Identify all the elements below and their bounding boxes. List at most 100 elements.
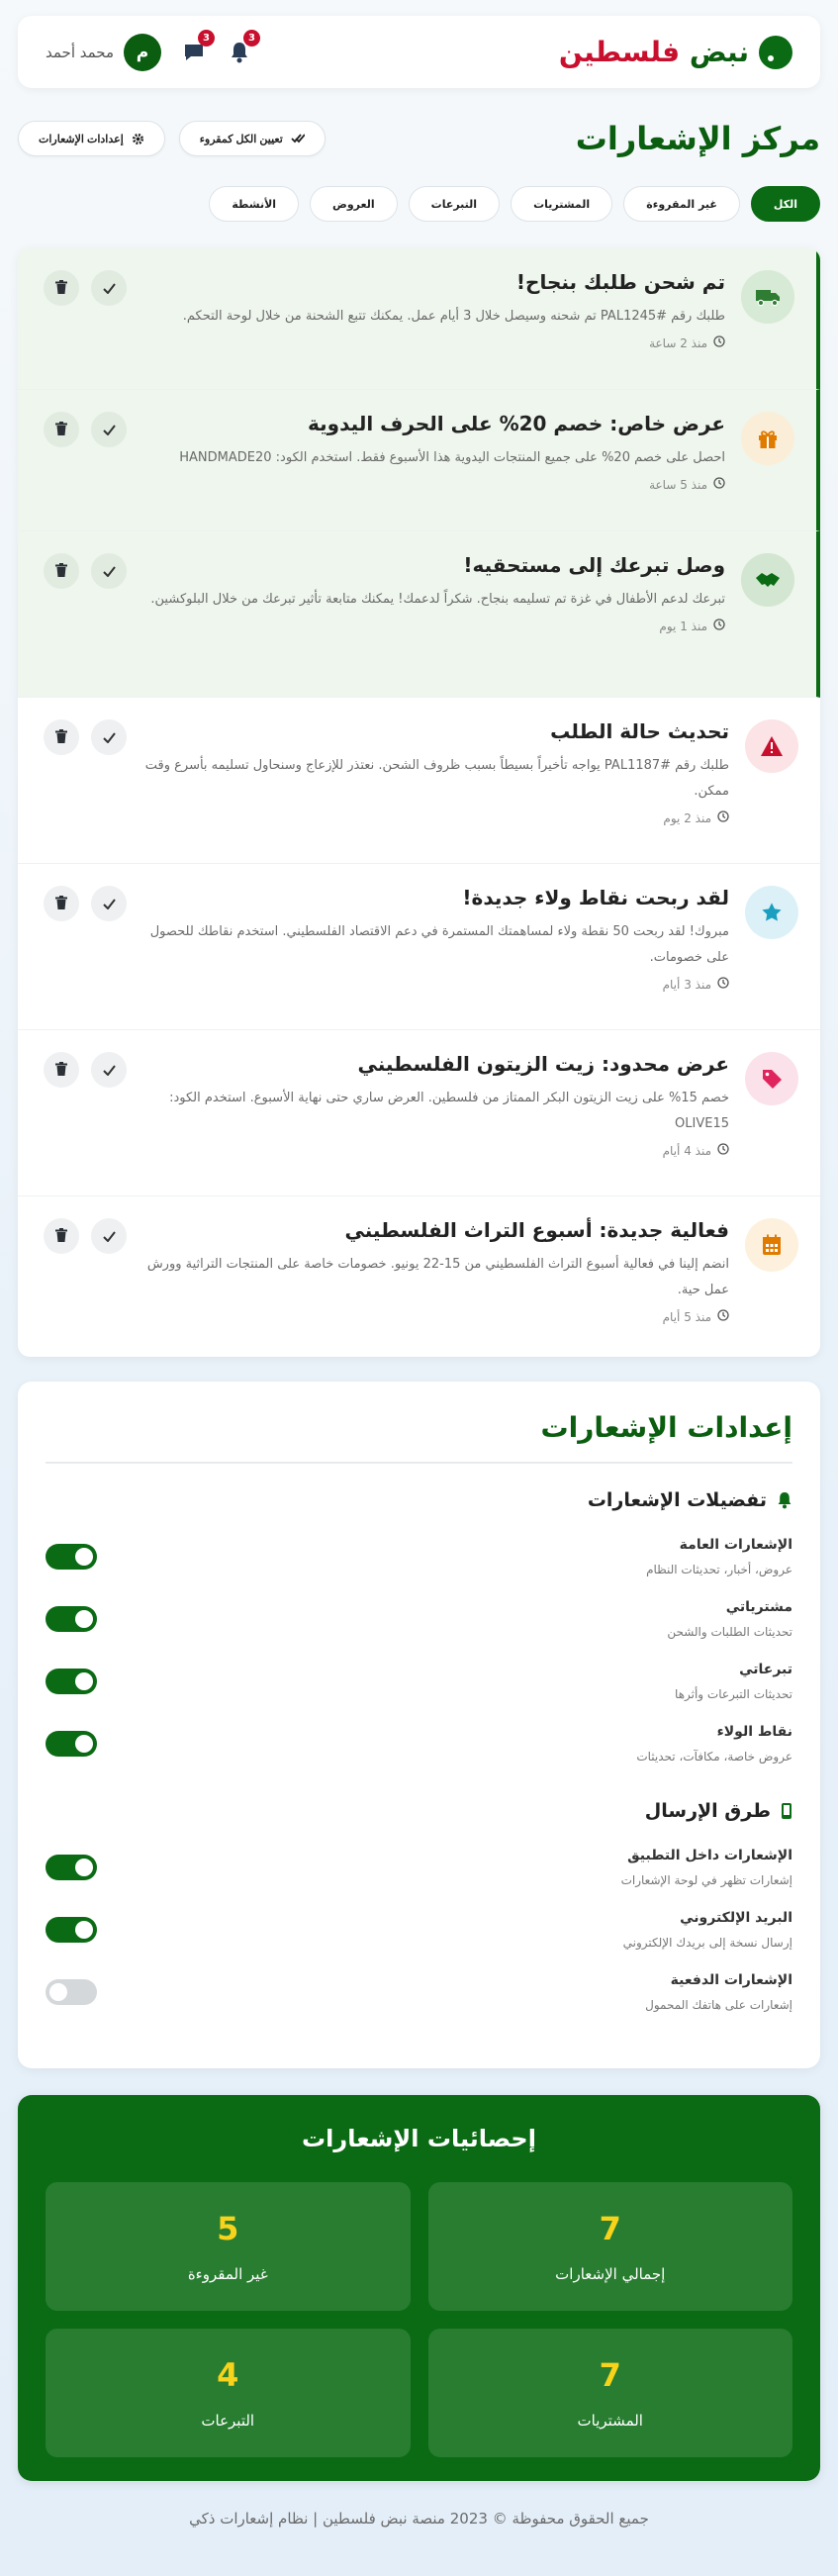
setting-row: مشترياتي تحديثات الطلبات والشحن	[46, 1587, 792, 1650]
setting-text: الإشعارات الدفعية إشعارات على هاتفك المح…	[645, 1972, 792, 2012]
notification-item[interactable]: لقد ربحت نقاط ولاء جديدة! مبروك! لقد ربح…	[18, 864, 820, 1030]
trash-icon	[55, 1061, 67, 1080]
notification-text: انضم إلينا في فعالية أسبوع التراث الفلسط…	[146, 1257, 729, 1297]
notification-body: تحديث حالة الطلب طلبك رقم #PAL1187 يواجه…	[127, 719, 729, 825]
setting-label: البريد الإلكتروني	[680, 1909, 792, 1926]
mark-read-button[interactable]	[91, 886, 127, 921]
notification-actions	[44, 553, 127, 589]
setting-text: تبرعاتي تحديثات التبرعات وأثرها	[675, 1662, 792, 1701]
mark-read-button[interactable]	[91, 1218, 127, 1254]
delete-button[interactable]	[44, 719, 79, 755]
brand-name-main: نبض	[689, 36, 749, 68]
mark-read-button[interactable]	[91, 412, 127, 447]
setting-desc: إرسال نسخة إلى بريدك الإلكتروني	[622, 1935, 792, 1950]
delete-button[interactable]	[44, 1218, 79, 1254]
handshake-icon	[741, 553, 794, 607]
delete-button[interactable]	[44, 1052, 79, 1088]
trash-icon	[55, 895, 67, 913]
setting-desc: عروض خاصة، مكافآت، تحديثات	[636, 1749, 792, 1764]
notification-item[interactable]: تحديث حالة الطلب طلبك رقم #PAL1187 يواجه…	[18, 698, 820, 864]
tab-unread[interactable]: غير المقروءة	[623, 186, 740, 222]
mark-all-read-button[interactable]: تعيين الكل كمقروء	[178, 121, 326, 156]
gear-icon	[132, 133, 143, 144]
notification-body: تم شحن طلبك بنجاح! طلبك رقم #PAL1245 تم …	[127, 270, 725, 350]
notification-item[interactable]: تم شحن طلبك بنجاح! طلبك رقم #PAL1245 تم …	[18, 248, 820, 390]
notification-item[interactable]: فعالية جديدة: أسبوع التراث الفلسطيني انض…	[18, 1196, 820, 1357]
stat-value: 7	[599, 2210, 621, 2247]
toggle-switch[interactable]	[46, 1978, 97, 2005]
check-icon	[102, 1227, 116, 1246]
toggle-switch[interactable]	[46, 1916, 97, 1943]
tab-activities[interactable]: الأنشطة	[209, 186, 300, 222]
trash-icon	[55, 1227, 67, 1246]
notification-item[interactable]: عرض محدود: زيت الزيتون الفلسطيني خصم 15%…	[18, 1030, 820, 1196]
message-icon[interactable]: 3	[181, 29, 216, 65]
brand[interactable]: نبض فلسطين	[558, 35, 792, 69]
toggle-switch[interactable]	[46, 1854, 97, 1880]
setting-row: الإشعارات العامة عروض، أخبار، تحديثات ال…	[46, 1525, 792, 1587]
stats-title: إحصائيات الإشعارات	[302, 2125, 536, 2152]
setting-row: تبرعاتي تحديثات التبرعات وأثرها	[46, 1650, 792, 1712]
methods-title-label: طرق الإرسال	[644, 1800, 771, 1822]
setting-text: مشترياتي تحديثات الطلبات والشحن	[667, 1599, 792, 1639]
notification-time-label: منذ 1 يوم	[659, 619, 707, 633]
toggle-switch[interactable]	[46, 1668, 97, 1694]
notification-item[interactable]: عرض خاص: خصم 20% على الحرف اليدوية احصل …	[18, 390, 820, 531]
notification-settings-label: إعدادات الإشعارات	[39, 133, 124, 145]
stat-unread: 5 غير المقروءة	[46, 2182, 411, 2311]
notification-time: منذ 2 ساعة	[127, 335, 725, 350]
notification-title: وصل تبرعك إلى مستحقيه!	[463, 553, 725, 577]
setting-label: الإشعارات داخل التطبيق	[627, 1847, 792, 1863]
brand-logo	[759, 35, 792, 69]
notification-text: طلبك رقم #PAL1187 يواجه تأخيراً بسيطاً ب…	[144, 758, 729, 799]
delete-button[interactable]	[44, 886, 79, 921]
brand-name-accent: فلسطين	[558, 36, 681, 68]
setting-row: نقاط الولاء عروض خاصة، مكافآت، تحديثات	[46, 1712, 792, 1774]
header-actions: محمد أحمد م 3 3	[46, 29, 261, 71]
mark-read-button[interactable]	[91, 1052, 127, 1088]
tag-icon	[745, 1052, 798, 1105]
stat-label: التبرعات	[201, 2412, 255, 2430]
calendar-icon	[745, 1218, 798, 1272]
page-title: مركز الإشعارات	[575, 120, 820, 157]
notification-item[interactable]: وصل تبرعك إلى مستحقيه! تبرعك لدعم الأطفا…	[18, 531, 820, 698]
bell-icon[interactable]: 3	[227, 29, 261, 65]
mark-read-button[interactable]	[91, 553, 127, 589]
tab-donations[interactable]: التبرعات	[408, 186, 501, 222]
toggle-switch[interactable]	[46, 1730, 97, 1757]
setting-desc: تحديثات التبرعات وأثرها	[675, 1686, 792, 1701]
stat-value: 4	[217, 2356, 239, 2394]
setting-text: الإشعارات العامة عروض، أخبار، تحديثات ال…	[646, 1537, 792, 1576]
notifications-list: تم شحن طلبك بنجاح! طلبك رقم #PAL1245 تم …	[18, 248, 820, 1357]
notification-body: عرض محدود: زيت الزيتون الفلسطيني خصم 15%…	[127, 1052, 729, 1158]
delete-button[interactable]	[44, 553, 79, 589]
user-profile[interactable]: محمد أحمد م	[46, 33, 162, 71]
delete-button[interactable]	[44, 270, 79, 306]
trash-icon	[55, 279, 67, 298]
preferences-title-label: تفضيلات الإشعارات	[587, 1489, 767, 1511]
stat-label: إجمالي الإشعارات	[555, 2265, 666, 2283]
setting-label: الإشعارات العامة	[679, 1536, 792, 1553]
mark-read-button[interactable]	[91, 719, 127, 755]
mark-read-button[interactable]	[91, 270, 127, 306]
notification-time: منذ 5 ساعة	[127, 477, 725, 492]
notification-settings-button[interactable]: إعدادات الإشعارات	[18, 121, 165, 156]
setting-label: تبرعاتي	[739, 1661, 792, 1677]
setting-text: نقاط الولاء عروض خاصة، مكافآت، تحديثات	[636, 1724, 792, 1764]
notification-time: منذ 2 يوم	[127, 811, 729, 825]
toggle-switch[interactable]	[46, 1605, 97, 1632]
tab-offers[interactable]: العروض	[310, 186, 398, 222]
setting-text: الإشعارات داخل التطبيق إشعارات تظهر في ل…	[621, 1848, 792, 1887]
tab-all[interactable]: الكل	[750, 186, 820, 222]
tab-purchases[interactable]: المشتريات	[511, 186, 613, 222]
delete-button[interactable]	[44, 412, 79, 447]
notification-actions	[44, 719, 127, 755]
clock-icon	[713, 477, 725, 492]
methods-group: طرق الإرسال الإشعارات داخل التطبيق إشعار…	[46, 1800, 792, 2023]
notification-text: احصل على خصم 20% على جميع المنتجات اليدو…	[179, 450, 725, 465]
settings-title: إعدادات الإشعارات	[46, 1411, 792, 1464]
setting-row: الإشعارات الدفعية إشعارات على هاتفك المح…	[46, 1960, 792, 2023]
settings-panel: إعدادات الإشعارات تفضيلات الإشعارات الإش…	[18, 1382, 820, 2068]
toggle-switch[interactable]	[46, 1543, 97, 1570]
stat-label: غير المقروءة	[187, 2265, 268, 2283]
